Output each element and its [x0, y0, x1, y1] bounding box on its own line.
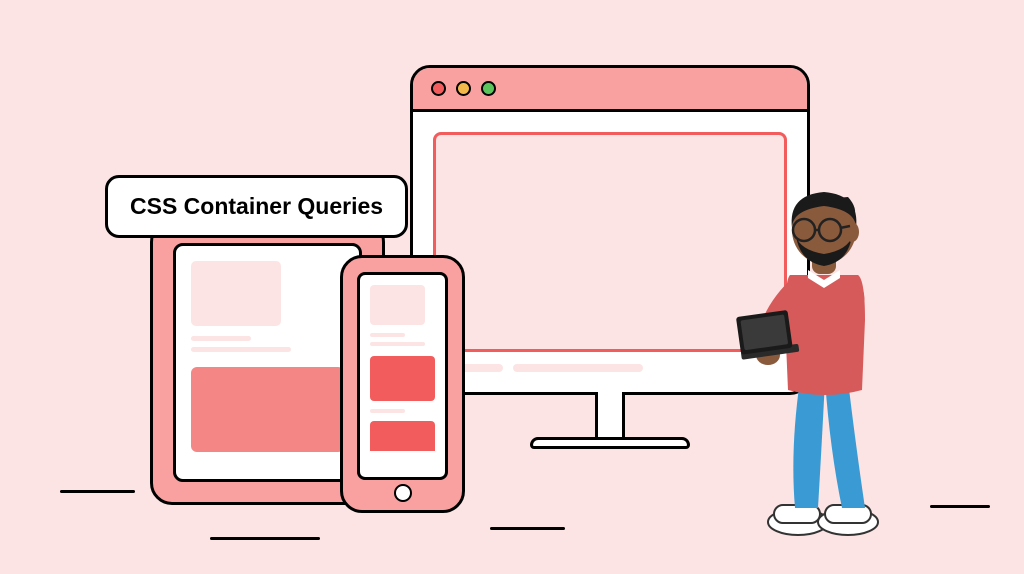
- monitor-stand-neck: [595, 392, 625, 437]
- close-icon: [431, 81, 446, 96]
- placeholder-line: [370, 409, 405, 413]
- ground-line: [490, 527, 565, 530]
- placeholder-line: [370, 333, 405, 337]
- content-block: [370, 356, 435, 401]
- title-label: CSS Container Queries: [105, 175, 408, 238]
- placeholder-line: [370, 342, 425, 346]
- text-placeholder-lines: [370, 333, 435, 346]
- tablet-screen: [173, 243, 362, 482]
- ground-line: [930, 505, 990, 508]
- content-block: [370, 285, 425, 325]
- monitor-stand-base: [530, 437, 690, 449]
- content-block: [370, 421, 435, 451]
- phone-screen: [357, 272, 448, 480]
- phone-device: [340, 255, 465, 513]
- ground-line: [60, 490, 135, 493]
- character-illustration: [730, 180, 910, 540]
- minimize-icon: [456, 81, 471, 96]
- home-button-icon: [394, 484, 412, 502]
- window-titlebar: [413, 68, 807, 112]
- title-text: CSS Container Queries: [130, 193, 383, 219]
- content-block: [191, 261, 281, 326]
- placeholder-line: [191, 347, 291, 352]
- content-block-large: [191, 367, 344, 452]
- text-placeholder-lines: [191, 336, 344, 352]
- maximize-icon: [481, 81, 496, 96]
- placeholder-line: [513, 364, 643, 372]
- placeholder-line: [191, 336, 251, 341]
- ground-line: [210, 537, 320, 540]
